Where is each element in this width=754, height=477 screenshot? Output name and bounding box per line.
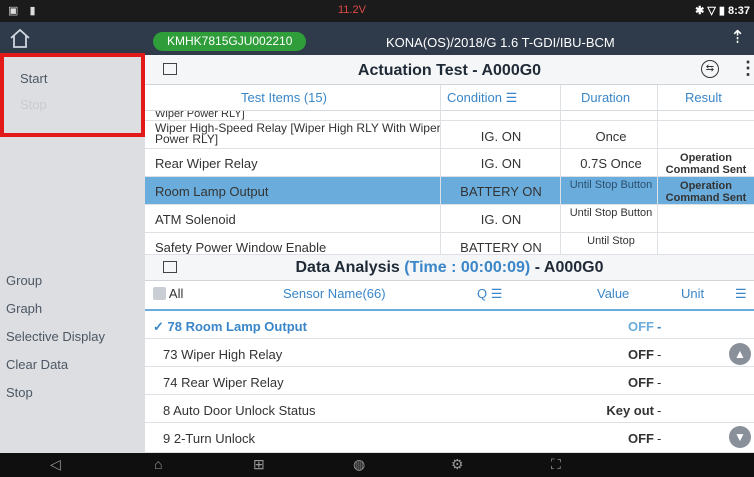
- highlight-box: [0, 53, 145, 137]
- row-duration: 0.7S Once: [580, 156, 642, 171]
- row-name: Rear Wiper Relay: [155, 156, 258, 171]
- table-row-selected[interactable]: Room Lamp Output BATTERY ON Until Stop B…: [145, 177, 754, 205]
- select-all-label: All: [168, 286, 184, 301]
- sidebar-graph[interactable]: Graph: [6, 301, 42, 316]
- home-icon[interactable]: ⌂: [154, 456, 162, 472]
- row-name: Wiper High-Speed Relay [Wiper High RLY W…: [155, 121, 441, 146]
- column-divider: [657, 85, 658, 255]
- row-name: ✓ 78 Room Lamp Output: [153, 319, 307, 334]
- nav-bar: ◁ ⌂ ⊞ ◍ ⚙ ⛶: [0, 453, 754, 477]
- col-duration: Duration: [581, 90, 631, 105]
- row-name: 73 Wiper High Relay: [163, 347, 283, 362]
- up-arrow-icon[interactable]: ⇡: [730, 27, 745, 48]
- row-duration: Until Stop Button: [569, 179, 653, 191]
- status-bar: ▣ ▮ 11.2V ✱ ▽ ▮ 8:37: [0, 0, 754, 22]
- scroll-down-icon[interactable]: ▼: [729, 426, 751, 448]
- list-item[interactable]: 8 Auto Door Unlock Status Key out -: [145, 397, 754, 423]
- actuation-header: Actuation Test - A000G0 ⇆ ⋮: [145, 55, 754, 85]
- list-item[interactable]: 74 Rear Wiper Relay OFF -: [145, 369, 754, 395]
- column-divider: [440, 85, 441, 255]
- row-name: Safety Power Window Enable: [155, 240, 327, 255]
- screenshot-icon[interactable]: ⛶: [551, 456, 561, 473]
- row-name: ATM Solenoid: [155, 212, 236, 227]
- apps-icon[interactable]: ⊞: [253, 456, 265, 473]
- analysis-title-main: Data Analysis: [295, 259, 400, 276]
- row-unit: -: [657, 319, 662, 334]
- col-result: Result: [685, 90, 722, 105]
- row-name: Room Lamp Output: [155, 184, 269, 199]
- status-left: ▣ ▮: [8, 5, 40, 17]
- table-row[interactable]: ATM Solenoid IG. ON Until Stop Button: [145, 205, 754, 233]
- table-row[interactable]: Rear Wiper Relay IG. ON 0.7S Once Operat…: [145, 149, 754, 177]
- scroll-up-icon[interactable]: ▲: [729, 343, 751, 365]
- actuation-title: Actuation Test - A000G0: [357, 62, 542, 79]
- row-condition: IG. ON: [480, 212, 522, 227]
- row-name: Wiper Power RLY]: [155, 111, 245, 120]
- row-condition: BATTERY ON: [460, 240, 542, 255]
- table-row[interactable]: Wiper Power RLY]: [145, 111, 754, 121]
- row-result: Operation Command Sent: [665, 152, 747, 174]
- row-condition: IG. ON: [480, 156, 522, 171]
- row-condition: BATTERY ON: [460, 184, 542, 199]
- col-test-items: Test Items (15): [241, 90, 327, 105]
- actuation-column-header: Test Items (15) Condition ☰ Duration Res…: [145, 85, 754, 111]
- sidebar-stop[interactable]: Stop: [6, 385, 33, 400]
- globe-icon[interactable]: ◍: [353, 456, 365, 473]
- analysis-time: (Time : 00:00:09): [404, 259, 531, 276]
- table-row[interactable]: Safety Power Window Enable BATTERY ON Un…: [145, 233, 754, 255]
- vehicle-model: KONA(OS)/2018/G 1.6 T-GDI/IBU-BCM: [386, 35, 615, 50]
- row-name-text: 78 Room Lamp Output: [167, 319, 307, 334]
- row-value: Key out: [606, 403, 654, 418]
- row-name: 74 Rear Wiper Relay: [163, 375, 284, 390]
- col-sensor-name: Sensor Name(66): [283, 286, 386, 301]
- back-icon[interactable]: ◁: [50, 456, 61, 473]
- sort-icon[interactable]: ☰: [506, 90, 518, 105]
- row-name: 8 Auto Door Unlock Status: [163, 403, 316, 418]
- row-unit: -: [657, 375, 662, 390]
- analysis-column-header: All Sensor Name(66) Q ☰ Value Unit ☰: [145, 281, 754, 311]
- list-item[interactable]: 9 2-Turn Unlock OFF -: [145, 425, 754, 453]
- more-icon[interactable]: ⋮: [739, 58, 754, 79]
- row-value: OFF: [628, 375, 654, 390]
- vin-badge: KMHK7815GJU002210: [153, 32, 307, 51]
- row-duration: Until Stop: [587, 235, 635, 247]
- sidebar-selective-display[interactable]: Selective Display: [6, 329, 105, 344]
- row-value: OFF: [628, 431, 654, 446]
- column-divider: [560, 85, 561, 255]
- search-icon[interactable]: Q ☰: [477, 286, 502, 302]
- table-row[interactable]: Wiper High-Speed Relay [Wiper High RLY W…: [145, 121, 754, 149]
- row-unit: -: [657, 431, 662, 446]
- sort-icon[interactable]: ☰: [735, 286, 747, 302]
- row-name: 9 2-Turn Unlock: [163, 431, 255, 446]
- home-icon[interactable]: [8, 27, 32, 49]
- col-value: Value: [597, 286, 630, 301]
- row-unit: -: [657, 347, 662, 362]
- checkbox-icon[interactable]: [153, 287, 166, 300]
- row-value: OFF: [628, 319, 654, 334]
- col-unit: Unit: [681, 286, 705, 301]
- settings-icon[interactable]: ⚙: [451, 456, 464, 473]
- analysis-title: Data Analysis (Time : 00:00:09) - A000G0: [145, 259, 754, 277]
- list-item[interactable]: ✓ 78 Room Lamp Output OFF -: [145, 313, 754, 339]
- select-all[interactable]: All: [153, 286, 183, 301]
- row-duration: Once: [595, 129, 627, 144]
- swap-icon[interactable]: ⇆: [701, 60, 719, 78]
- sidebar-group[interactable]: Group: [6, 273, 42, 288]
- row-value: OFF: [628, 347, 654, 362]
- row-duration: Until Stop Button: [569, 207, 653, 219]
- row-result: Operation Command Sent: [665, 180, 747, 202]
- title-bar: KMHK7815GJU002210 KONA(OS)/2018/G 1.6 T-…: [0, 22, 754, 55]
- row-unit: -: [657, 403, 662, 418]
- battery-voltage: 11.2V: [338, 4, 366, 16]
- analysis-header: Data Analysis (Time : 00:00:09) - A000G0: [145, 255, 754, 281]
- analysis-code: - A000G0: [534, 259, 604, 276]
- col-condition[interactable]: Condition ☰: [447, 90, 517, 106]
- row-condition: IG. ON: [480, 129, 522, 144]
- sidebar-clear-data[interactable]: Clear Data: [6, 357, 68, 372]
- col-condition-label: Condition: [447, 90, 502, 105]
- status-right: ✱ ▽ ▮ 8:37: [695, 5, 750, 17]
- list-item[interactable]: 73 Wiper High Relay OFF -: [145, 341, 754, 367]
